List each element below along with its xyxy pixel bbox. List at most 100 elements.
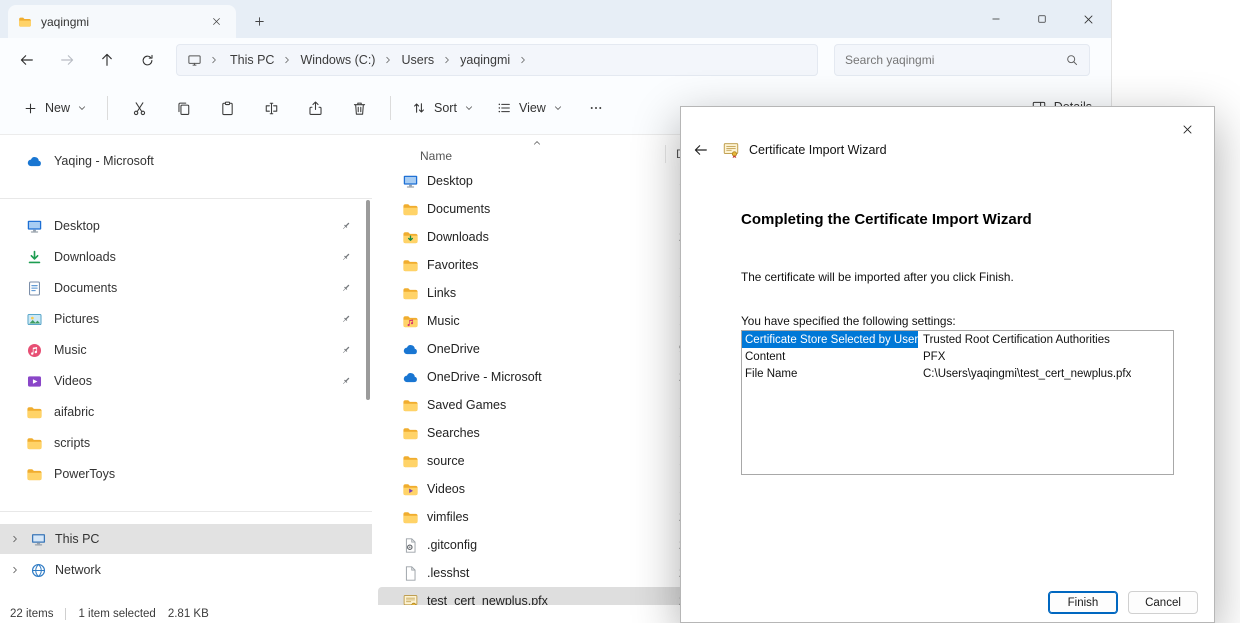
more-options-button[interactable] bbox=[576, 91, 616, 125]
sidebar-item-network[interactable]: Network bbox=[0, 555, 372, 585]
setting-key: Certificate Store Selected by User bbox=[742, 331, 918, 348]
search-input[interactable] bbox=[845, 53, 1059, 67]
chevron-down-icon bbox=[77, 103, 87, 113]
breadcrumb-item-this-pc[interactable]: This PC bbox=[224, 50, 280, 70]
settings-list[interactable]: Certificate Store Selected by UserTruste… bbox=[741, 330, 1174, 475]
sidebar-tree: This PC Network bbox=[0, 524, 372, 585]
sidebar-item-desktop[interactable]: Desktop bbox=[6, 211, 362, 241]
folder-icon bbox=[26, 435, 43, 452]
cut-button[interactable] bbox=[119, 91, 159, 125]
chevron-down-icon bbox=[464, 103, 474, 113]
breadcrumb-item-users[interactable]: Users bbox=[395, 50, 440, 70]
minimize-button[interactable] bbox=[973, 0, 1019, 38]
folder-icon bbox=[402, 509, 419, 526]
folder-video-icon bbox=[402, 481, 419, 498]
cloud-icon bbox=[402, 369, 419, 386]
pin-icon bbox=[340, 251, 352, 263]
share-button[interactable] bbox=[295, 91, 335, 125]
chevron-right-icon[interactable] bbox=[8, 534, 22, 544]
toolbar-divider bbox=[390, 96, 391, 120]
sidebar-item-powertoys[interactable]: PowerToys bbox=[6, 459, 362, 489]
dialog-body: Completing the Certificate Import Wizard… bbox=[681, 211, 1214, 475]
file-name: Music bbox=[427, 314, 659, 328]
search-icon[interactable] bbox=[1065, 53, 1079, 67]
chevron-right-icon bbox=[207, 55, 221, 65]
folder-icon bbox=[402, 453, 419, 470]
delete-button[interactable] bbox=[339, 91, 379, 125]
dialog-footer: Finish Cancel bbox=[1048, 591, 1198, 614]
chevron-down-icon bbox=[553, 103, 563, 113]
folder-icon bbox=[402, 425, 419, 442]
rename-button[interactable] bbox=[251, 91, 291, 125]
chev-icon bbox=[10, 534, 20, 544]
chevron-right-icon[interactable] bbox=[8, 565, 22, 575]
download-icon bbox=[26, 249, 43, 266]
chevron-right-icon bbox=[516, 55, 530, 65]
file-name: Documents bbox=[427, 202, 659, 216]
sidebar-item-music[interactable]: Music bbox=[6, 335, 362, 365]
tab-yaqingmi[interactable]: yaqingmi bbox=[8, 5, 236, 38]
pin-icon bbox=[340, 344, 352, 356]
setting-row[interactable]: Certificate Store Selected by UserTruste… bbox=[742, 331, 1173, 348]
search-box[interactable] bbox=[834, 44, 1090, 76]
maximize-button[interactable] bbox=[1019, 0, 1065, 38]
finish-button[interactable]: Finish bbox=[1048, 591, 1118, 614]
sort-button[interactable]: Sort bbox=[402, 93, 483, 123]
pin-icon bbox=[340, 220, 352, 232]
new-button[interactable]: New bbox=[14, 94, 96, 123]
new-tab-button[interactable] bbox=[244, 6, 274, 36]
pin-icon bbox=[340, 375, 352, 387]
sidebar-item-label: Network bbox=[55, 563, 101, 577]
sidebar-item-downloads[interactable]: Downloads bbox=[6, 242, 362, 272]
navigation-bar: This PC Windows (C:) Users yaqingmi bbox=[0, 38, 1111, 82]
chevron-right-icon bbox=[280, 55, 294, 65]
dialog-back-button[interactable] bbox=[693, 142, 709, 158]
certificate-import-wizard-dialog: Certificate Import Wizard Completing the… bbox=[680, 106, 1215, 623]
view-button-label: View bbox=[519, 101, 546, 115]
window-controls bbox=[973, 0, 1111, 38]
setting-row[interactable]: File NameC:\Users\yaqingmi\test_cert_new… bbox=[742, 365, 1173, 382]
sidebar-item-yaqing-microsoft[interactable]: Yaqing - Microsoft bbox=[6, 146, 362, 176]
back-button[interactable] bbox=[8, 44, 46, 76]
chev-icon bbox=[383, 55, 393, 65]
refresh-button[interactable] bbox=[128, 44, 166, 76]
sidebar-item-aifabric[interactable]: aifabric bbox=[6, 397, 362, 427]
sidebar-item-documents[interactable]: Documents bbox=[6, 273, 362, 303]
file-name: Downloads bbox=[427, 230, 659, 244]
column-header-name[interactable]: Name bbox=[420, 149, 665, 163]
cancel-button[interactable]: Cancel bbox=[1128, 591, 1198, 614]
pin-icon bbox=[340, 282, 352, 294]
tab-close-icon[interactable] bbox=[206, 12, 226, 32]
paste-button[interactable] bbox=[207, 91, 247, 125]
cert-icon bbox=[402, 593, 419, 606]
file-icon bbox=[402, 565, 419, 582]
file-name: vimfiles bbox=[427, 510, 659, 524]
pictures-icon bbox=[26, 311, 43, 328]
address-bar[interactable]: This PC Windows (C:) Users yaqingmi bbox=[176, 44, 818, 76]
dialog-close-button[interactable] bbox=[1176, 118, 1198, 140]
sidebar-item-label: This PC bbox=[55, 532, 99, 546]
setting-row[interactable]: ContentPFX bbox=[742, 348, 1173, 365]
selection-size: 2.81 KB bbox=[168, 608, 209, 620]
this-pc-icon[interactable] bbox=[187, 53, 202, 68]
file-name: Favorites bbox=[427, 258, 659, 272]
breadcrumb-item-yaqingmi[interactable]: yaqingmi bbox=[454, 50, 516, 70]
folder-icon bbox=[26, 404, 43, 421]
sidebar-item-scripts[interactable]: scripts bbox=[6, 428, 362, 458]
sidebar-item-pictures[interactable]: Pictures bbox=[6, 304, 362, 334]
sidebar-item-videos[interactable]: Videos bbox=[6, 366, 362, 396]
chev-icon bbox=[442, 55, 452, 65]
setting-key: Content bbox=[742, 348, 918, 365]
forward-button[interactable] bbox=[48, 44, 86, 76]
sidebar-item-label: Documents bbox=[54, 281, 117, 295]
music-icon bbox=[26, 342, 43, 359]
sidebar-item-this-pc[interactable]: This PC bbox=[0, 524, 372, 554]
view-button[interactable]: View bbox=[487, 93, 572, 123]
sidebar-scrollbar[interactable] bbox=[366, 200, 370, 400]
up-button[interactable] bbox=[88, 44, 126, 76]
file-name: Saved Games bbox=[427, 398, 659, 412]
breadcrumb-item-windows-c[interactable]: Windows (C:) bbox=[294, 50, 381, 70]
copy-button[interactable] bbox=[163, 91, 203, 125]
close-button[interactable] bbox=[1065, 0, 1111, 38]
sidebar-item-label: Pictures bbox=[54, 312, 99, 326]
